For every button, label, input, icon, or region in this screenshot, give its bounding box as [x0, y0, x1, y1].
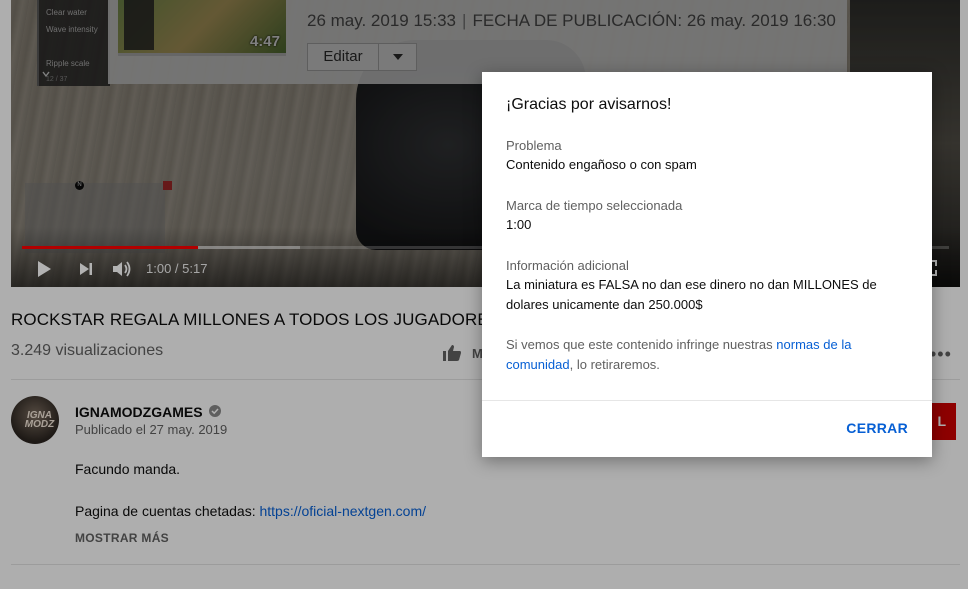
problem-value: Contenido engañoso o con spam [506, 157, 697, 172]
close-button[interactable]: CERRAR [846, 420, 908, 436]
note-text-suffix: , lo retiraremos. [569, 357, 660, 372]
problem-label: Problema [506, 138, 562, 153]
dialog-title: ¡Gracias por avisarnos! [506, 96, 672, 113]
note-text: Si vemos que este contenido infringe nue… [506, 337, 777, 352]
additional-info-value: La miniatura es FALSA no dan ese dinero … [506, 277, 877, 312]
dialog-divider [482, 400, 932, 401]
timestamp-label: Marca de tiempo seleccionada [506, 198, 683, 213]
report-confirmation-dialog: ¡Gracias por avisarnos! Problema Conteni… [482, 72, 932, 457]
dialog-note: Si vemos que este contenido infringe nue… [506, 335, 906, 375]
timestamp-value: 1:00 [506, 217, 532, 232]
additional-info-label: Información adicional [506, 258, 629, 273]
